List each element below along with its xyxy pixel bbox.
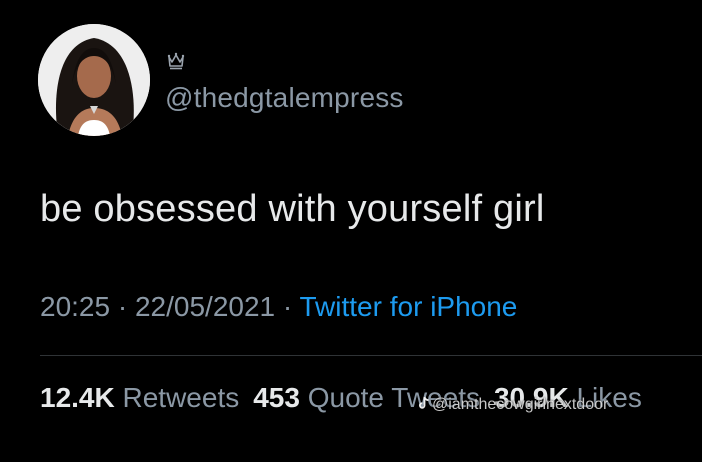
tweet-text: be obsessed with yourself girl <box>40 188 545 230</box>
retweets-count: 12.4K <box>40 382 115 413</box>
tweet-card: @thedgtalempress be obsessed with yourse… <box>0 0 702 462</box>
tweet-meta: 20:25 · 22/05/2021 · Twitter for iPhone <box>40 291 517 323</box>
retweets-stat[interactable]: 12.4K Retweets <box>40 382 239 413</box>
quote-tweets-count: 453 <box>253 382 300 413</box>
watermark-text: @iamthecowgirlnextdoor <box>432 396 609 413</box>
tweet-source-link[interactable]: Twitter for iPhone <box>300 291 518 322</box>
meta-separator: · <box>275 291 300 322</box>
profile-avatar[interactable] <box>38 24 150 136</box>
tiktok-watermark: @iamthecowgirlnextdoor <box>418 396 608 414</box>
user-handle[interactable]: @thedgtalempress <box>165 82 404 114</box>
crown-icon <box>167 52 185 70</box>
divider <box>40 355 702 356</box>
tweet-time[interactable]: 20:25 <box>40 291 110 322</box>
retweets-label: Retweets <box>122 382 240 413</box>
tweet-date[interactable]: 22/05/2021 <box>135 291 275 322</box>
tiktok-icon <box>419 396 429 409</box>
meta-separator: · <box>110 291 135 322</box>
